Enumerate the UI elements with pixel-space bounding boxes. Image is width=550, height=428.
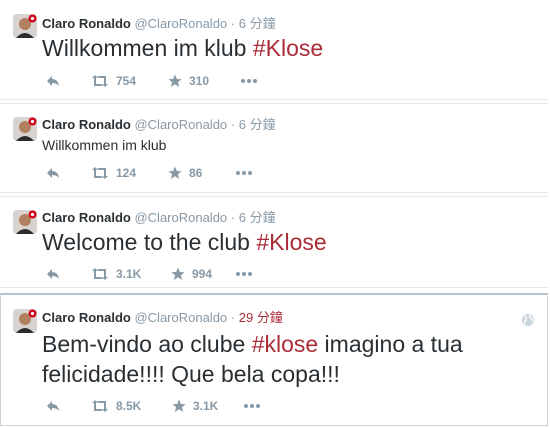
- favorite-button[interactable]: 310: [168, 73, 209, 89]
- timestamp[interactable]: 6 分鐘: [239, 117, 276, 132]
- favorite-count: 3.1K: [193, 399, 219, 413]
- retweet-icon: [92, 75, 108, 87]
- author-name[interactable]: Claro Ronaldo: [42, 210, 131, 225]
- separator: ·: [230, 310, 236, 325]
- reply-button[interactable]: [46, 266, 60, 282]
- tweet-1[interactable]: Claro Ronaldo @ClaroRonaldo · 6 分鐘 Willk…: [0, 0, 548, 100]
- retweet-button[interactable]: 124: [91, 165, 136, 181]
- more-icon: [236, 171, 252, 175]
- more-button[interactable]: [240, 73, 258, 89]
- author-name[interactable]: Claro Ronaldo: [42, 117, 131, 132]
- retweet-button[interactable]: 754: [91, 73, 136, 89]
- author-handle[interactable]: @ClaroRonaldo: [134, 117, 227, 132]
- more-icon: [236, 272, 252, 276]
- retweet-icon: [92, 167, 108, 179]
- tweet-header: Claro Ronaldo @ClaroRonaldo · 29 分鐘: [42, 310, 283, 326]
- tweet-4[interactable]: Claro Ronaldo @ClaroRonaldo · 29 分鐘 Bem-…: [0, 293, 548, 426]
- tweet-text-body: Bem-vindo ao clube: [42, 331, 252, 357]
- tweet-header: Claro Ronaldo @ClaroRonaldo · 6 分鐘: [42, 210, 276, 226]
- more-button[interactable]: [235, 266, 253, 282]
- star-icon: [168, 74, 182, 87]
- star-icon: [172, 399, 186, 412]
- tweet-text: Welcome to the club #Klose: [42, 227, 327, 257]
- globe-button[interactable]: [521, 313, 535, 332]
- star-icon: [171, 267, 185, 280]
- tweet-header: Claro Ronaldo @ClaroRonaldo · 6 分鐘: [42, 117, 276, 133]
- retweet-count: 754: [116, 74, 137, 88]
- retweet-count: 3.1K: [116, 267, 142, 281]
- more-icon: [241, 79, 257, 83]
- timestamp[interactable]: 6 分鐘: [239, 16, 276, 31]
- reply-icon: [47, 168, 59, 178]
- timestamp[interactable]: 29 分鐘: [239, 310, 283, 325]
- retweet-count: 8.5K: [116, 399, 142, 413]
- favorite-count: 310: [189, 74, 210, 88]
- timestamp[interactable]: 6 分鐘: [239, 210, 276, 225]
- tweet-3[interactable]: Claro Ronaldo @ClaroRonaldo · 6 分鐘 Welco…: [0, 196, 548, 288]
- star-icon: [168, 166, 182, 179]
- tweet-text: Bem-vindo ao clube #klose imagino a tua: [42, 329, 463, 359]
- tweet-text: Willkommen im klub #Klose: [42, 33, 323, 63]
- retweet-button[interactable]: 8.5K: [91, 398, 141, 414]
- favorite-button[interactable]: 86: [168, 165, 202, 181]
- more-button[interactable]: [235, 165, 253, 181]
- favorite-button[interactable]: 3.1K: [172, 398, 218, 414]
- reply-button[interactable]: [46, 73, 60, 89]
- tweet-text-body: Welcome to the club: [42, 229, 257, 255]
- favorite-button[interactable]: 994: [171, 266, 212, 282]
- avatar[interactable]: [13, 309, 37, 333]
- tweet-text-line-2: felicidade!!!! Que bela copa!!!: [42, 359, 340, 389]
- tweet-text-body: Willkommen im klub: [42, 137, 167, 153]
- favorite-count: 86: [189, 166, 203, 180]
- separator: ·: [230, 117, 236, 132]
- tweet-text-continued: imagino a tua: [318, 331, 463, 357]
- retweet-icon: [92, 268, 108, 280]
- more-icon: [244, 404, 260, 408]
- tweet-2[interactable]: Claro Ronaldo @ClaroRonaldo · 6 分鐘 Willk…: [0, 103, 548, 193]
- reply-icon: [47, 76, 59, 86]
- reply-button[interactable]: [46, 165, 60, 181]
- tweet-header: Claro Ronaldo @ClaroRonaldo · 6 分鐘: [42, 16, 276, 32]
- globe-icon: [522, 314, 534, 326]
- avatar[interactable]: [13, 210, 37, 234]
- author-name[interactable]: Claro Ronaldo: [42, 310, 131, 325]
- reply-icon: [47, 269, 59, 279]
- author-name[interactable]: Claro Ronaldo: [42, 16, 131, 31]
- retweet-count: 124: [116, 166, 137, 180]
- retweet-button[interactable]: 3.1K: [91, 266, 141, 282]
- avatar[interactable]: [13, 14, 37, 38]
- more-button[interactable]: [243, 398, 261, 414]
- hashtag-link[interactable]: #klose: [252, 331, 318, 357]
- favorite-count: 994: [192, 267, 213, 281]
- tweet-text-body: Willkommen im klub: [42, 35, 253, 61]
- avatar[interactable]: [13, 117, 37, 141]
- separator: ·: [230, 210, 236, 225]
- tweet-text: Willkommen im klub: [42, 136, 166, 154]
- reply-button[interactable]: [46, 398, 60, 414]
- reply-icon: [47, 401, 59, 411]
- tweet-text-body-line-2: felicidade!!!! Que bela copa!!!: [42, 361, 340, 387]
- retweet-icon: [92, 400, 108, 412]
- author-handle[interactable]: @ClaroRonaldo: [134, 310, 227, 325]
- separator: ·: [230, 16, 236, 31]
- author-handle[interactable]: @ClaroRonaldo: [134, 210, 227, 225]
- author-handle[interactable]: @ClaroRonaldo: [134, 16, 227, 31]
- hashtag-link[interactable]: #Klose: [256, 229, 326, 255]
- hashtag-link[interactable]: #Klose: [253, 35, 323, 61]
